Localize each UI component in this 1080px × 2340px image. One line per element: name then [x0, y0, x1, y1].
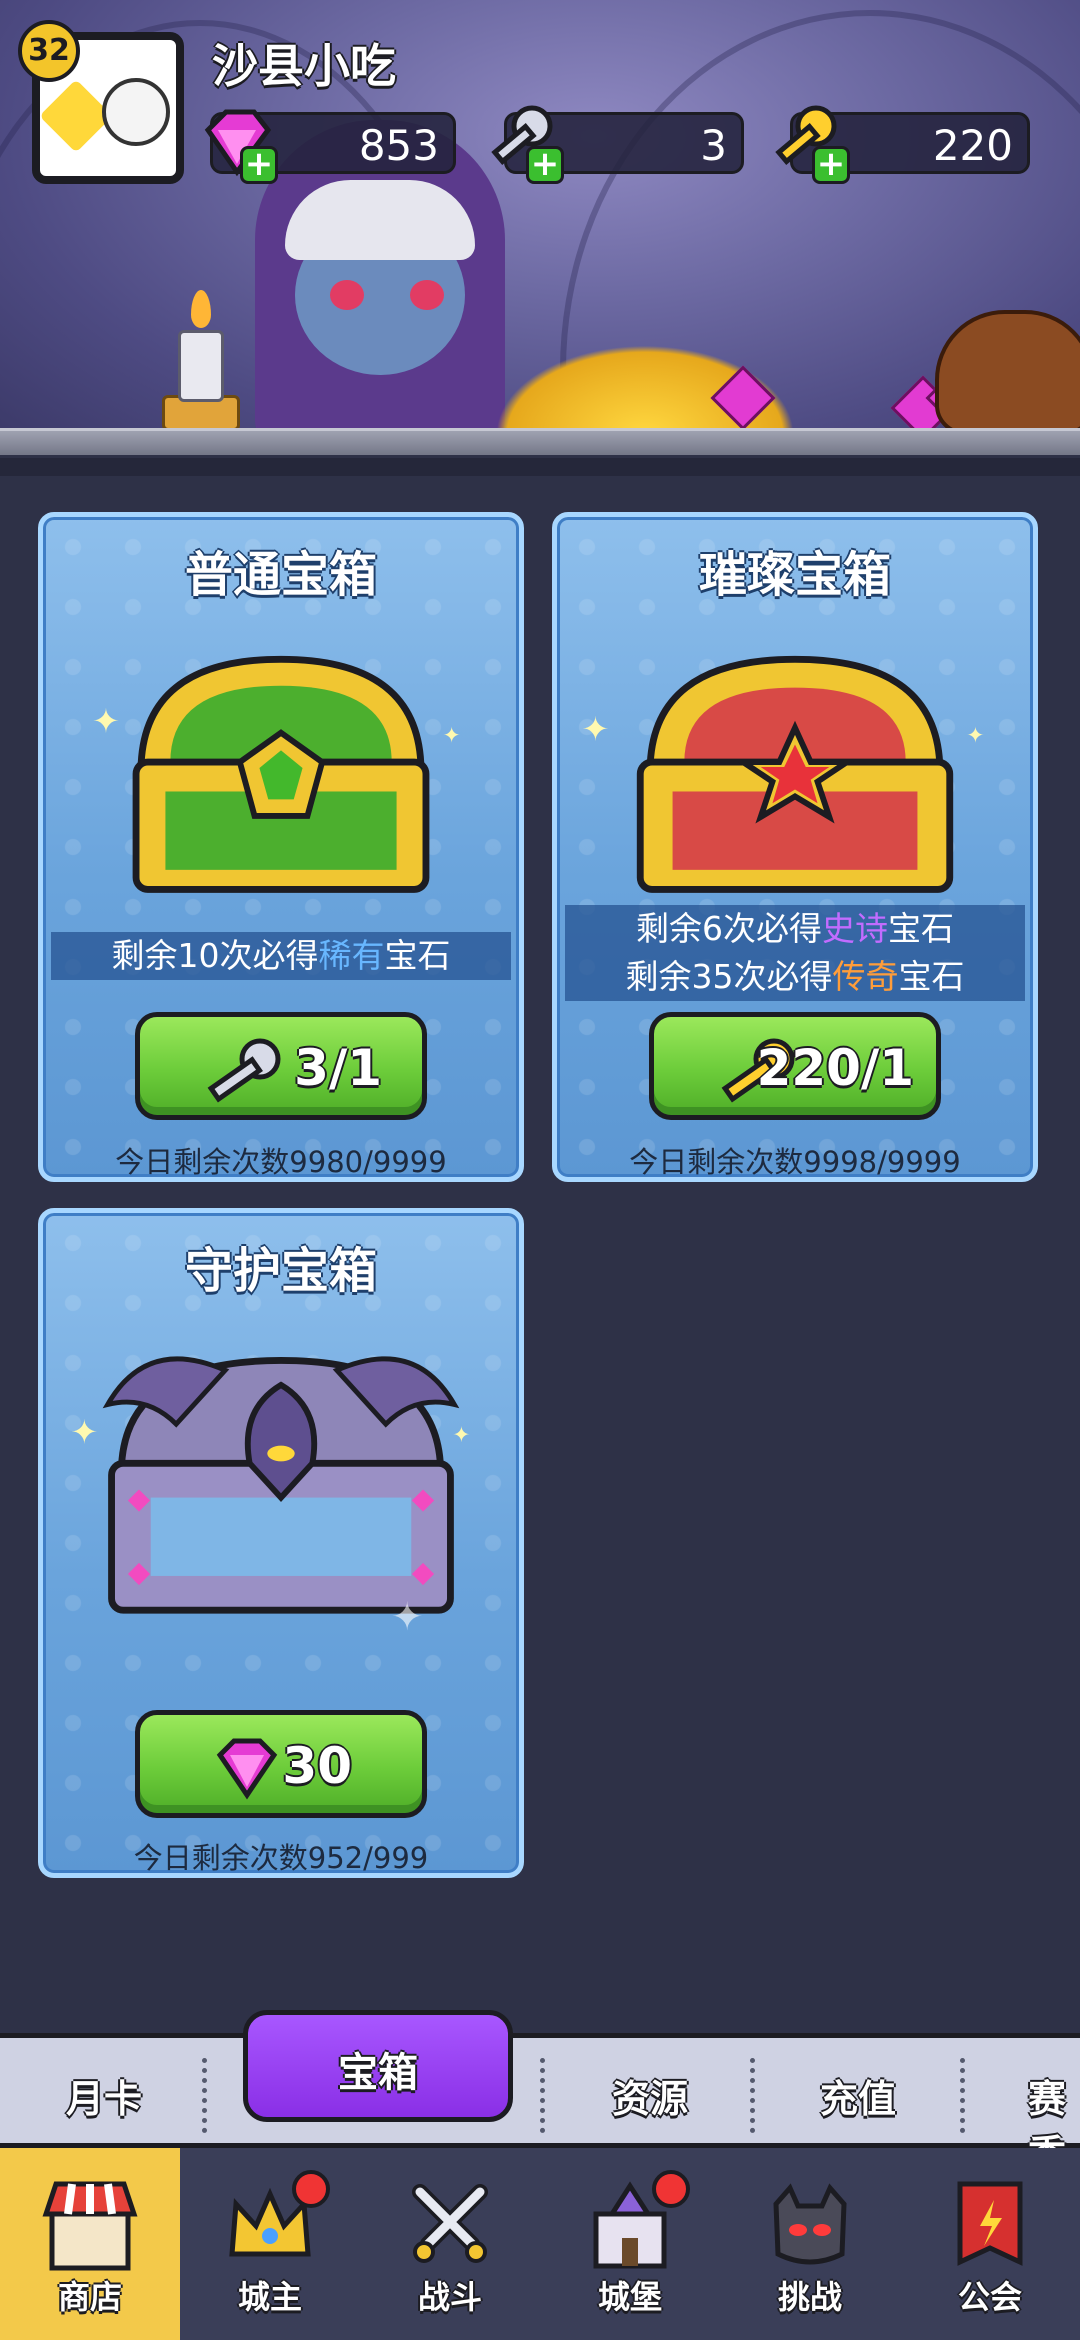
treasure-bag	[935, 310, 1080, 435]
player-name: 沙县小吃	[212, 39, 396, 93]
daily-remaining: 今日剩余次数9980/9999	[115, 1145, 447, 1179]
pity-prefix: 剩余6次必得	[636, 909, 822, 948]
gem-count: 853	[358, 121, 439, 170]
demon-helmet-icon	[773, 2183, 847, 2265]
red-chest-icon[interactable]: ✦ ✦	[557, 622, 1033, 912]
open-cost: 3/1	[294, 1039, 382, 1097]
daily-remaining: 今日剩余次数952/999	[133, 1841, 429, 1875]
open-brilliant-chest-button[interactable]: 220/1	[649, 1012, 941, 1120]
player-level-badge: 32	[18, 20, 80, 82]
shop-icon	[42, 2181, 138, 2271]
svg-text:✦: ✦	[391, 1595, 424, 1640]
chest-title: 普通宝箱	[184, 547, 377, 603]
svg-text:✦: ✦	[581, 710, 609, 749]
pity-prefix: 剩余35次必得	[625, 957, 833, 996]
bottom-navigation: 商店 城主 战斗 城堡 挑战 公会	[0, 2148, 1080, 2340]
banner-shadow	[0, 458, 1080, 476]
gold-key-count: 220	[932, 121, 1013, 170]
notification-dot	[652, 2170, 690, 2208]
pity-counter-epic: 剩余6次必得史诗宝石	[565, 905, 1025, 953]
normal-chest-card: 普通宝箱 ✦ ✦ 剩余10次必得稀有宝石 3/1 今日剩余次数9980/9999	[38, 512, 524, 1182]
open-cost: 220/1	[756, 1039, 914, 1097]
nav-shop[interactable]: 商店	[0, 2148, 180, 2340]
pity-rarity-legendary: 传奇	[832, 957, 899, 996]
shopkeeper-eye	[330, 280, 364, 310]
guild-banner-icon	[957, 2181, 1023, 2266]
nav-lord[interactable]: 城主	[180, 2148, 360, 2340]
pity-counter: 剩余10次必得稀有宝石	[51, 932, 511, 980]
shop-counter	[0, 428, 1080, 455]
silver-key-icon	[207, 1038, 281, 1103]
tab-separator	[750, 2058, 756, 2133]
add-gem-button[interactable]: +	[240, 146, 278, 184]
svg-text:✦: ✦	[966, 724, 984, 749]
nav-castle[interactable]: 城堡	[540, 2148, 720, 2340]
pity-rarity-epic: 史诗	[822, 909, 888, 948]
tab-resources[interactable]: 资源	[612, 2068, 688, 2123]
open-cost: 30	[282, 1737, 352, 1795]
green-chest-icon[interactable]: ✦ ✦	[43, 622, 519, 912]
pity-suffix: 宝石	[898, 957, 965, 996]
nav-challenge[interactable]: 挑战	[720, 2148, 900, 2340]
open-normal-chest-button[interactable]: 3/1	[135, 1012, 427, 1120]
tab-chest[interactable]: 宝箱	[243, 2010, 513, 2122]
shopkeeper-eye	[410, 280, 444, 310]
guardian-chest-icon[interactable]: ✦ ✦ ✦	[43, 1313, 519, 1643]
crossed-swords-icon	[412, 2184, 488, 2263]
svg-text:✦: ✦	[70, 1413, 98, 1452]
open-guardian-chest-button[interactable]: 30	[135, 1710, 427, 1818]
nav-guild-label: 公会	[957, 2278, 1022, 2316]
chest-title: 璀璨宝箱	[698, 547, 891, 603]
candle	[178, 330, 224, 402]
avatar-cat-face	[102, 78, 170, 146]
shopkeeper-hair	[285, 180, 475, 260]
svg-text:✦: ✦	[452, 1423, 470, 1448]
svg-text:✦: ✦	[92, 702, 120, 741]
notification-dot	[292, 2170, 330, 2208]
tab-monthly-card[interactable]: 月卡	[66, 2068, 142, 2123]
tab-separator	[540, 2058, 546, 2133]
gem-icon	[216, 1738, 278, 1800]
silver-key-count: 3	[700, 121, 727, 170]
add-silver-key-button[interactable]: +	[526, 146, 564, 184]
tab-separator	[960, 2058, 966, 2133]
pity-prefix: 剩余10次必得	[111, 936, 319, 975]
nav-battle-label: 战斗	[417, 2278, 482, 2316]
pity-suffix: 宝石	[888, 909, 954, 948]
brilliant-chest-card: 璀璨宝箱 ✦ ✦ 剩余6次必得史诗宝石 剩余35次必得传奇宝石 220/1 今日…	[552, 512, 1038, 1182]
daily-remaining: 今日剩余次数9998/9999	[629, 1145, 961, 1179]
pity-counter-legendary: 剩余35次必得传奇宝石	[565, 953, 1025, 1001]
tab-recharge[interactable]: 充值	[820, 2068, 896, 2123]
nav-challenge-label: 挑战	[777, 2278, 842, 2316]
shop-banner: 32 沙县小吃 853 + 3 + 220 +	[0, 0, 1080, 455]
pity-suffix: 宝石	[384, 936, 451, 975]
guardian-chest-card: 守护宝箱 ✦ ✦ ✦ 30 今日剩余次数952/999	[38, 1208, 524, 1878]
nav-battle[interactable]: 战斗	[360, 2148, 540, 2340]
svg-text:✦: ✦	[443, 724, 461, 749]
nav-guild[interactable]: 公会	[900, 2148, 1080, 2340]
pity-rarity-rare: 稀有	[318, 936, 385, 975]
tab-chest-label: 宝箱	[338, 2050, 418, 2096]
nav-lord-label: 城主	[237, 2278, 302, 2316]
chest-title: 守护宝箱	[184, 1243, 377, 1299]
shop-subtab-bar: 月卡 资源 充值 赛季	[0, 2033, 1080, 2176]
nav-shop-label: 商店	[57, 2278, 122, 2316]
tab-separator	[202, 2058, 208, 2133]
add-gold-key-button[interactable]: +	[812, 146, 850, 184]
nav-castle-label: 城堡	[597, 2278, 662, 2316]
